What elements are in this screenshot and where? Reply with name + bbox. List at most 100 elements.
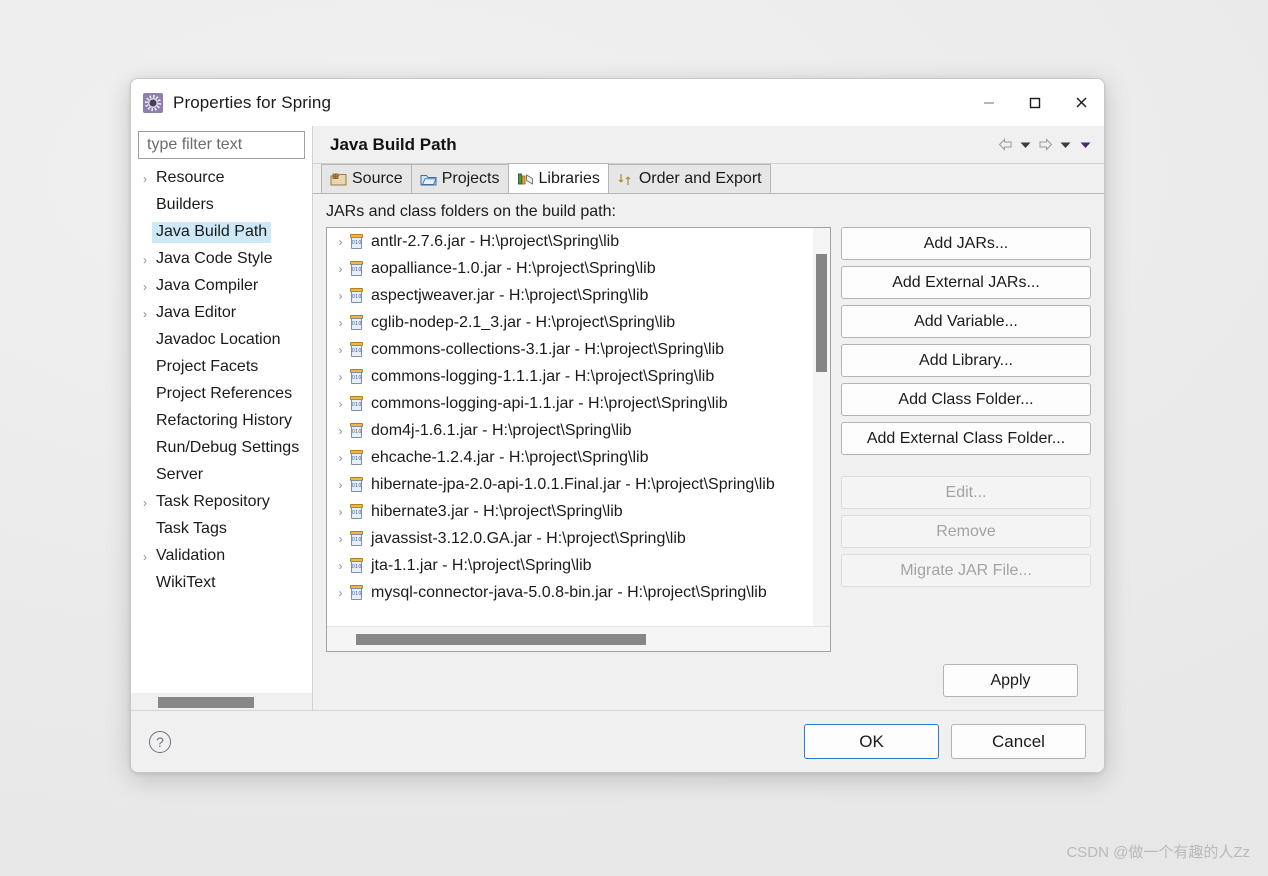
sidebar-item-task-repository[interactable]: › Task Repository [131, 489, 312, 516]
sidebar-item-server[interactable]: Server [131, 462, 312, 489]
chevron-right-icon[interactable]: › [333, 397, 348, 411]
list-vertical-scrollbar[interactable] [813, 228, 830, 626]
chevron-right-icon[interactable]: › [333, 505, 348, 519]
sidebar-item-run-debug-settings[interactable]: Run/Debug Settings [131, 435, 312, 462]
sidebar-item-label: Builders [156, 196, 214, 213]
add-library-button[interactable]: Add Library... [841, 344, 1091, 377]
settings-page-pane: Java Build Path Source Projects Librarie… [313, 126, 1104, 710]
close-button[interactable] [1058, 79, 1104, 126]
chevron-right-icon[interactable]: › [138, 173, 152, 185]
chevron-right-icon[interactable]: › [333, 478, 348, 492]
jar-file-icon: 010 [348, 341, 365, 358]
table-row[interactable]: › 010 jta-1.1.jar - H:\project\Spring\lib [327, 552, 830, 579]
chevron-right-icon[interactable]: › [333, 532, 348, 546]
sidebar-item-java-compiler[interactable]: › Java Compiler [131, 273, 312, 300]
apply-button[interactable]: Apply [943, 664, 1078, 697]
maximize-button[interactable] [1012, 79, 1058, 126]
tab-order-and-export[interactable]: Order and Export [607, 164, 771, 193]
tab-projects[interactable]: Projects [410, 164, 509, 193]
sidebar-item-project-references[interactable]: Project References [131, 381, 312, 408]
chevron-right-icon[interactable]: › [138, 497, 152, 509]
chevron-right-icon[interactable]: › [333, 235, 348, 249]
classpath-entry-label: dom4j-1.6.1.jar - H:\project\Spring\lib [371, 421, 632, 439]
dialog-footer: ? OK Cancel [131, 710, 1104, 772]
nav-forward-menu-icon[interactable] [1057, 135, 1074, 155]
sidebar-item-wikitext[interactable]: WikiText [131, 570, 312, 597]
table-row[interactable]: › 010 dom4j-1.6.1.jar - H:\project\Spring\… [327, 417, 830, 444]
chevron-right-icon[interactable]: › [138, 281, 152, 293]
chevron-right-icon[interactable]: › [138, 551, 152, 563]
add-variable-button[interactable]: Add Variable... [841, 305, 1091, 338]
sidebar-item-label: Resource [156, 169, 225, 186]
sidebar-item-builders[interactable]: Builders [131, 192, 312, 219]
list-horizontal-scrollbar[interactable] [327, 626, 830, 651]
minimize-button[interactable] [966, 79, 1012, 126]
table-row[interactable]: › 010 commons-collections-3.1.jar - H:\pro… [327, 336, 830, 363]
classpath-entry-label: javassist-3.12.0.GA.jar - H:\project\Spr… [371, 529, 686, 547]
add-external-jars-button[interactable]: Add External JARs... [841, 266, 1091, 299]
add-class-folder-button[interactable]: Add Class Folder... [841, 383, 1091, 416]
tree-scrollbar-thumb[interactable] [158, 697, 254, 708]
page-nav-tools [997, 135, 1104, 155]
help-question-icon[interactable]: ? [149, 730, 171, 753]
chevron-right-icon[interactable]: › [333, 289, 348, 303]
table-row[interactable]: › 010 cglib-nodep-2.1_3.jar - H:\project\S… [327, 309, 830, 336]
table-row[interactable]: › 010 aopalliance-1.0.jar - H:\project\Spr… [327, 255, 830, 282]
nav-back-icon[interactable] [997, 135, 1014, 155]
properties-gear-icon [143, 92, 163, 113]
table-row[interactable]: › 010 commons-logging-api-1.1.jar - H:\pro… [327, 390, 830, 417]
tab-libraries[interactable]: Libraries [507, 163, 609, 193]
classpath-entry-label: hibernate-jpa-2.0-api-1.0.1.Final.jar - … [371, 475, 775, 493]
cancel-button[interactable]: Cancel [951, 724, 1086, 759]
sidebar-item-label: Java Compiler [156, 277, 259, 294]
properties-dialog: Properties for Spring › Resource Builders J… [130, 78, 1105, 773]
chevron-right-icon[interactable]: › [138, 254, 152, 266]
table-row[interactable]: › 010 ehcache-1.2.4.jar - H:\project\Sprin… [327, 444, 830, 471]
footer-buttons: OK Cancel [804, 724, 1086, 759]
add-jars-button[interactable]: Add JARs... [841, 227, 1091, 260]
jar-file-icon: 010 [348, 368, 365, 385]
table-row[interactable]: › 010 hibernate3.jar - H:\project\Spring\l… [327, 498, 830, 525]
nav-back-menu-icon[interactable] [1017, 135, 1034, 155]
chevron-right-icon[interactable]: › [333, 559, 348, 573]
add-external-class-folder-button[interactable]: Add External Class Folder... [841, 422, 1091, 455]
sidebar-item-refactoring-history[interactable]: Refactoring History [131, 408, 312, 435]
chevron-right-icon[interactable]: › [138, 308, 152, 320]
sidebar-item-java-code-style[interactable]: › Java Code Style [131, 246, 312, 273]
chevron-right-icon[interactable]: › [333, 262, 348, 276]
tab-source[interactable]: Source [321, 164, 412, 193]
vertical-scrollbar-thumb[interactable] [816, 254, 827, 372]
table-row[interactable]: › 010 antlr-2.7.6.jar - H:\project\Spring\… [327, 228, 830, 255]
table-row[interactable]: › 010 hibernate-jpa-2.0-api-1.0.1.Final.ja… [327, 471, 830, 498]
chevron-right-icon[interactable]: › [333, 586, 348, 600]
filter-box[interactable] [138, 131, 305, 159]
sidebar-item-javadoc-location[interactable]: Javadoc Location [131, 327, 312, 354]
sidebar-item-java-build-path[interactable]: Java Build Path [131, 219, 312, 246]
tree-horizontal-scrollbar[interactable] [131, 692, 312, 710]
sidebar-item-java-editor[interactable]: › Java Editor [131, 300, 312, 327]
ok-button[interactable]: OK [804, 724, 939, 759]
table-row[interactable]: › 010 javassist-3.12.0.GA.jar - H:\project… [327, 525, 830, 552]
order-export-arrows-icon [617, 172, 634, 187]
sidebar-item-validation[interactable]: › Validation [131, 543, 312, 570]
tab-label: Libraries [538, 169, 600, 187]
horizontal-scrollbar-thumb[interactable] [356, 634, 646, 645]
chevron-right-icon[interactable]: › [333, 316, 348, 330]
table-row[interactable]: › 010 aspectjweaver.jar - H:\project\Sprin… [327, 282, 830, 309]
sidebar-item-project-facets[interactable]: Project Facets [131, 354, 312, 381]
table-row[interactable]: › 010 mysql-connector-java-5.0.8-bin.jar -… [327, 579, 830, 606]
chevron-right-icon[interactable]: › [333, 370, 348, 384]
sidebar-item-resource[interactable]: › Resource [131, 165, 312, 192]
chevron-right-icon[interactable]: › [333, 424, 348, 438]
nav-forward-icon[interactable] [1037, 135, 1054, 155]
classpath-entries-list[interactable]: › 010 antlr-2.7.6.jar - H:\project\Spring\… [326, 227, 831, 652]
jar-file-icon: 010 [348, 422, 365, 439]
table-row[interactable]: › 010 commons-logging-1.1.1.jar - H:\proje… [327, 363, 830, 390]
chevron-right-icon[interactable]: › [333, 451, 348, 465]
search-input[interactable] [145, 135, 298, 155]
sidebar-item-task-tags[interactable]: Task Tags [131, 516, 312, 543]
chevron-right-icon[interactable]: › [333, 343, 348, 357]
view-menu-icon[interactable] [1077, 135, 1094, 155]
sidebar-item-label: Task Repository [156, 493, 270, 510]
sidebar-item-label: Server [156, 466, 204, 483]
